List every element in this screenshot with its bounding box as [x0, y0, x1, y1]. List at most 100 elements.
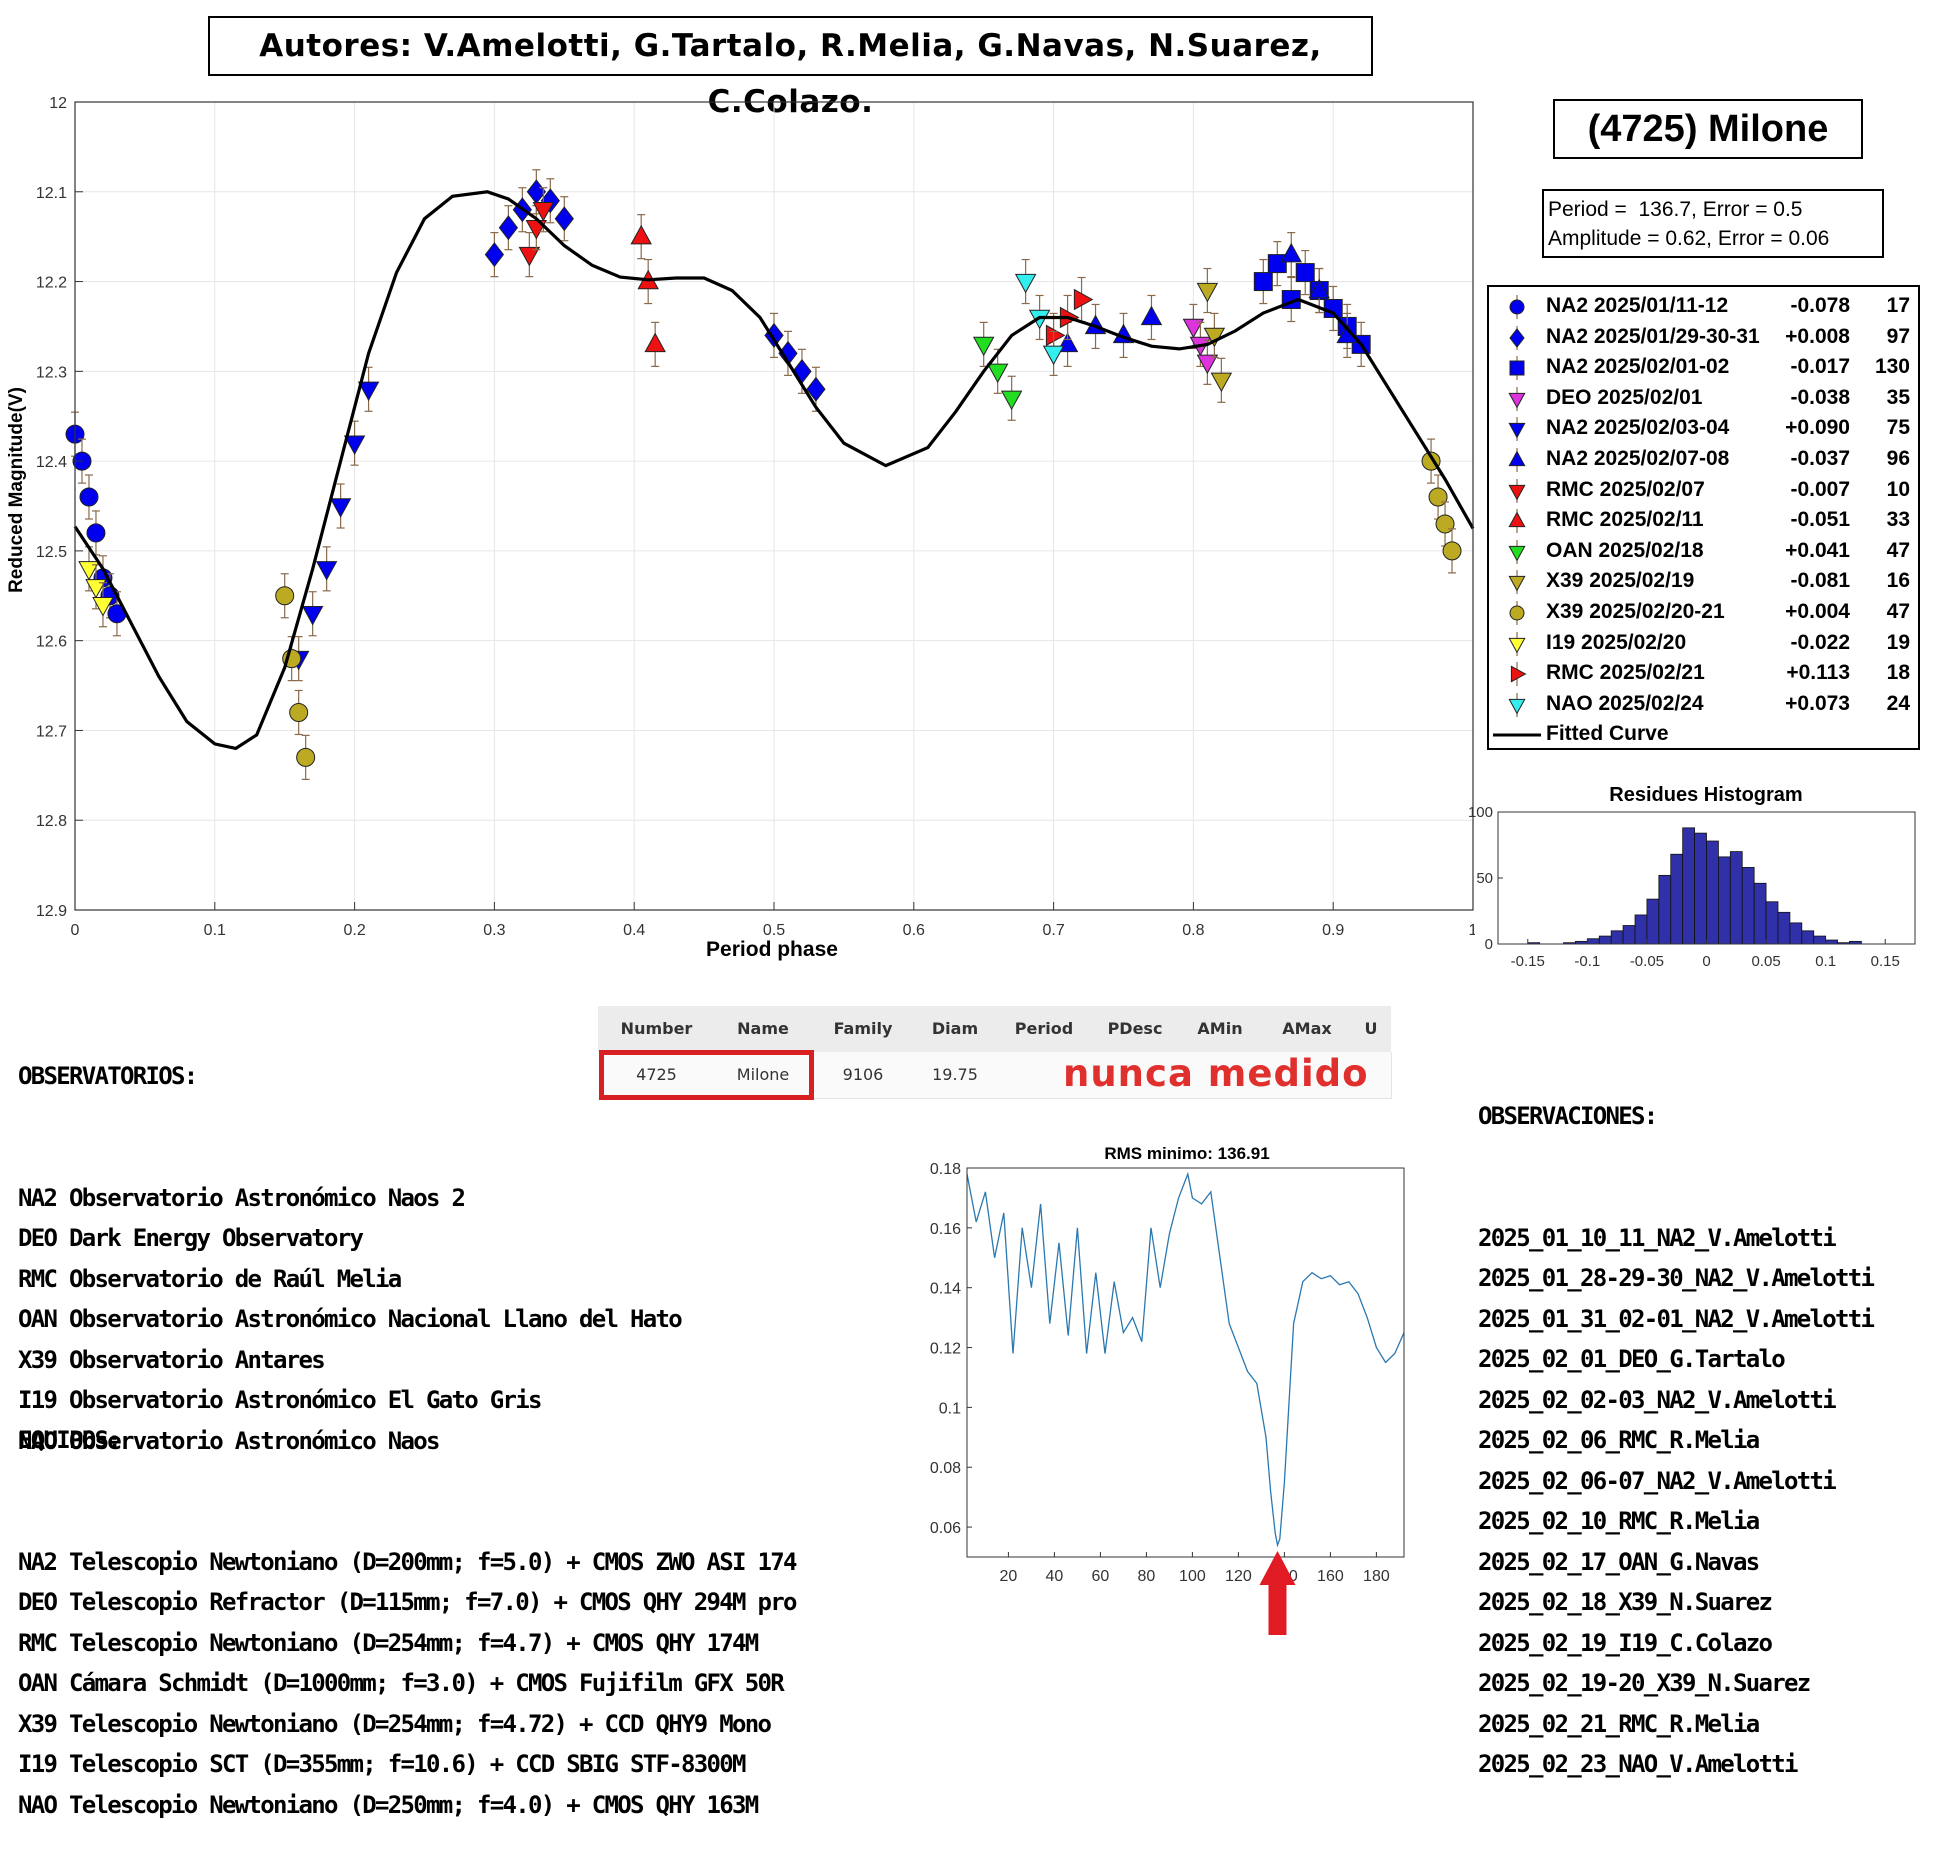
histogram-bar [1765, 901, 1779, 945]
y-tick-label: 50 [1476, 870, 1493, 887]
table-header-amax: AMax [1263, 1006, 1352, 1052]
histogram-bar [1825, 939, 1838, 945]
observaciones-item: 2025_02_17_OAN_G.Navas [1478, 1547, 1760, 1576]
histogram-bar [1682, 827, 1695, 945]
legend-count: 24 [1886, 691, 1910, 715]
legend-marker [1509, 601, 1525, 625]
observaciones-item: 2025_01_10_11_NA2_V.Amelotti [1478, 1223, 1837, 1252]
legend-label: RMC 2025/02/21 [1546, 661, 1705, 685]
data-point [986, 363, 1009, 384]
y-tick-label: 12.4 [36, 454, 67, 471]
data-point [1280, 242, 1303, 263]
observaciones-item: 2025_02_01_DEO_G.Tartalo [1478, 1345, 1786, 1373]
legend-offset: -0.078 [1790, 294, 1850, 317]
y-tick-label: 0.18 [930, 1161, 961, 1178]
histogram-bar [1670, 853, 1684, 945]
y-tick-label: 12.9 [36, 903, 67, 920]
period-line: Period = 136.7, Error = 0.5 [1548, 198, 1803, 221]
data-point [1000, 390, 1023, 411]
x-tick-label: 40 [1046, 1568, 1064, 1585]
y-tick-label: 12.5 [36, 544, 67, 561]
x-tick-label: 0.7 [1042, 922, 1064, 939]
legend-label: DEO 2025/02/01 [1546, 385, 1703, 409]
legend-label: OAN 2025/02/18 [1546, 538, 1704, 562]
x-tick-label: 0.5 [763, 922, 785, 939]
legend-label: NAO 2025/02/24 [1546, 691, 1704, 715]
legend-symbol [1508, 392, 1526, 409]
legend-marker [1508, 448, 1526, 472]
x-tick-label: 0.15 [1871, 953, 1900, 970]
x-tick-label: 0.1 [1815, 953, 1836, 970]
legend-symbol [1509, 327, 1525, 348]
legend-count: 47 [1886, 538, 1910, 562]
data-point [301, 606, 324, 626]
table-cell-diam: 19.75 [915, 1052, 996, 1099]
histogram-bar [1586, 938, 1600, 945]
period-info-box: Period = 136.7, Error = 0.5 Amplitude = … [1542, 189, 1884, 258]
legend-entry: RMC 2025/02/11 -0.051 33 [1489, 506, 1918, 536]
histogram-title: Residues Histogram [1609, 784, 1802, 806]
legend-entry: I19 2025/02/20 -0.022 19 [1489, 629, 1918, 659]
legend-entry: NAO 2025/02/24 +0.073 24 [1489, 690, 1918, 720]
legend-symbol [1509, 605, 1525, 621]
histogram-bars [1527, 827, 1862, 945]
data-point [1140, 305, 1163, 326]
data-point [1435, 514, 1455, 534]
legend-label: NA2 2025/01/11-12 [1546, 294, 1729, 317]
legend-entry: NA2 2025/02/03-04 +0.090 75 [1489, 414, 1918, 444]
histogram-bar [1741, 867, 1755, 945]
histogram-bar [1646, 898, 1660, 945]
legend-count: 16 [1886, 569, 1910, 593]
legend-offset: -0.051 [1790, 508, 1850, 532]
observaciones-item: 2025_02_06_RMC_R.Melia [1478, 1426, 1760, 1454]
legend-entry: NA2 2025/02/07-08 -0.037 96 [1489, 445, 1918, 475]
y-tick-label: 12.6 [36, 634, 67, 651]
x-tick-label: 160 [1317, 1568, 1344, 1585]
legend-symbol [1508, 576, 1526, 592]
x-tick-label: -0.1 [1574, 953, 1600, 970]
data-point [1210, 372, 1233, 393]
equipos-item: OAN Cámara Schmidt (D=1000mm; f=3.0) + C… [18, 1669, 785, 1697]
plot-axes: 0 0.1 0.2 0.3 0.4 0.5 0.6 0.7 0.8 0.9 11212.112.21… [36, 95, 1475, 939]
legend-marker [1508, 539, 1526, 564]
table-header-number: Number [598, 1006, 716, 1052]
observaciones-item: 2025_01_31_02-01_NA2_V.Amelotti [1478, 1304, 1875, 1333]
data-point [1428, 487, 1448, 507]
data-point [86, 523, 106, 543]
observaciones-item: 2025_02_02-03_NA2_V.Amelotti [1478, 1385, 1837, 1414]
periodogram-line [966, 1171, 1405, 1548]
legend-offset: -0.007 [1790, 477, 1850, 501]
legend-count: 17 [1886, 294, 1910, 317]
observaciones-title: OBSERVACIONES: [1478, 1102, 1658, 1130]
legend-symbol [1508, 450, 1526, 467]
data-point [1073, 288, 1094, 311]
equipos-list: NA2 Telescopio Newtoniano (D=200mm; f=5.… [18, 1542, 797, 1826]
observaciones-item: 2025_02_06-07_NA2_V.Amelotti [1478, 1466, 1837, 1495]
data-point [554, 206, 574, 232]
equipos-item: NAO Telescopio Newtoniano (D=250mm; f=4.… [18, 1790, 759, 1819]
y-tick-label: 12.1 [36, 185, 67, 202]
data-point [1042, 345, 1065, 366]
y-tick-label: 12.2 [36, 275, 67, 292]
legend-symbol [1509, 299, 1525, 315]
legend-label: RMC 2025/02/07 [1546, 477, 1705, 501]
series-x39-2025-02-20-21 [275, 438, 1462, 780]
x-tick-label: 0.4 [623, 922, 645, 939]
equipos-item: RMC Telescopio Newtoniano (D=254mm; f=4.… [18, 1628, 759, 1657]
data-point [329, 498, 352, 518]
y-tick-label: 0.08 [930, 1460, 961, 1477]
legend-symbol [1508, 698, 1526, 715]
legend-marker [1508, 478, 1526, 503]
y-tick-label: 0.12 [930, 1341, 961, 1358]
legend-offset: +0.090 [1785, 416, 1850, 440]
data-point [289, 702, 309, 722]
observaciones-item: 2025_02_19-20_X39_N.Suarez [1478, 1669, 1811, 1697]
legend-offset: -0.022 [1790, 630, 1850, 654]
equipos-item: I19 Telescopio SCT (D=355mm; f=10.6) + C… [18, 1750, 746, 1778]
table-header-period: Period [995, 1006, 1094, 1052]
x-tick-label: 120 [1225, 1568, 1252, 1585]
legend-count: 10 [1886, 477, 1910, 501]
observaciones-item: 2025_02_23_NAO_V.Amelotti [1478, 1750, 1798, 1778]
legend-count: 97 [1886, 324, 1910, 348]
periodogram-curve [966, 1171, 1405, 1548]
